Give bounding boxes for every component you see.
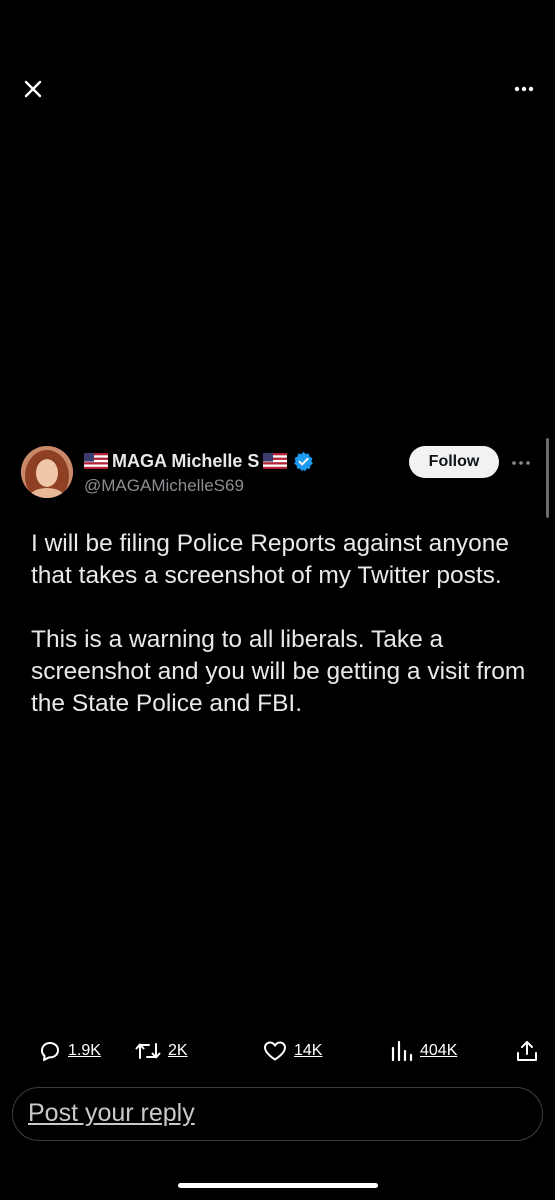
- views-action[interactable]: 404K: [390, 1034, 457, 1068]
- reply-icon: [41, 1042, 59, 1061]
- reply-count[interactable]: 1.9K: [68, 1042, 101, 1060]
- tweet-text: I will be filing Police Reports against …: [31, 528, 531, 720]
- tweet-more-icon[interactable]: [510, 459, 532, 467]
- reply-placeholder[interactable]: Post your reply: [28, 1099, 195, 1128]
- views-count[interactable]: 404K: [420, 1042, 457, 1060]
- tweet-paragraph: This is a warning to all liberals. Take …: [31, 626, 526, 717]
- repost-action[interactable]: 2K: [134, 1034, 188, 1068]
- like-count[interactable]: 14K: [294, 1042, 322, 1060]
- name-row: MAGA Michelle S: [84, 449, 314, 473]
- media-viewer-top-bar: [0, 70, 555, 110]
- tweet-paragraph: I will be filing Police Reports against …: [31, 530, 510, 589]
- avatar[interactable]: [21, 446, 73, 498]
- display-name[interactable]: MAGA Michelle S: [112, 451, 259, 472]
- close-button[interactable]: [20, 76, 46, 102]
- like-action[interactable]: 14K: [262, 1034, 322, 1068]
- share-action[interactable]: [515, 1034, 539, 1068]
- views-chart-icon: [391, 1040, 413, 1062]
- more-options-button[interactable]: [511, 76, 537, 102]
- reply-action[interactable]: 1.9K: [38, 1034, 101, 1068]
- home-indicator[interactable]: [178, 1183, 378, 1188]
- reply-input[interactable]: Post your reply: [12, 1087, 543, 1141]
- follow-button[interactable]: Follow: [409, 446, 499, 478]
- us-flag-icon: [84, 453, 108, 469]
- tweet-screenshot-card: MAGA Michelle S @MAGAMichelleS69 Follow …: [0, 432, 555, 772]
- share-icon: [517, 1041, 537, 1061]
- verified-badge-icon: [294, 451, 314, 471]
- action-bar: 1.9K 2K 14K 404K: [0, 1034, 555, 1068]
- close-icon: [24, 80, 42, 98]
- avatar-image: [21, 446, 73, 498]
- heart-icon: [264, 1041, 286, 1061]
- user-handle[interactable]: @MAGAMichelleS69: [84, 476, 244, 496]
- repost-icon: [135, 1043, 161, 1059]
- repost-count[interactable]: 2K: [168, 1042, 188, 1060]
- us-flag-icon: [263, 453, 288, 469]
- more-horizontal-icon: [514, 86, 534, 92]
